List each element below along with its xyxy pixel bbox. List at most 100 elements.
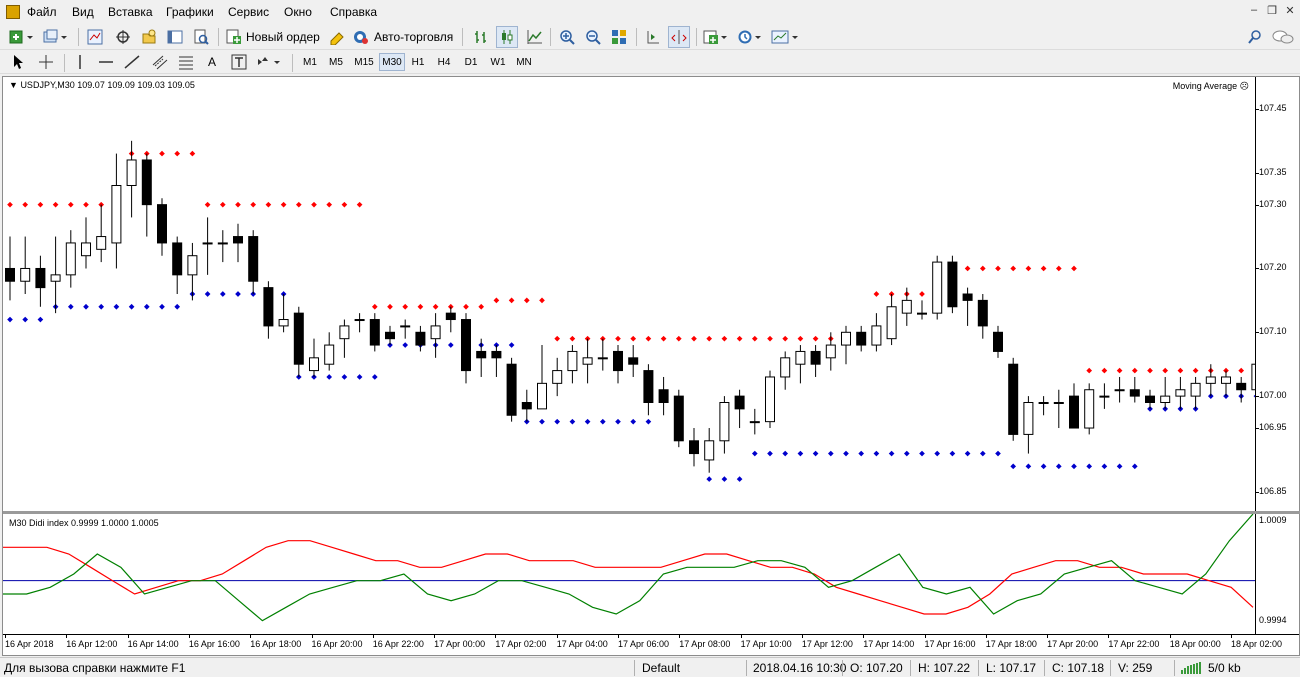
menu-file[interactable]: Файл [27, 5, 57, 19]
time-tick-label: 17 Apr 18:00 [985, 639, 1037, 649]
support-dot [1116, 463, 1123, 470]
strategy-tester-icon[interactable] [192, 28, 210, 46]
support-dot [1025, 463, 1032, 470]
candle [50, 236, 61, 314]
price-tick-label: 107.00 [1259, 390, 1287, 401]
chart-shift-icon[interactable] [644, 28, 662, 46]
templates-icon[interactable] [770, 28, 800, 46]
candle [157, 198, 167, 256]
zoom-in-icon[interactable] [558, 28, 576, 46]
resistance-dot [326, 201, 333, 208]
time-tick-label: 17 Apr 16:00 [924, 639, 976, 649]
search-icon[interactable] [1246, 28, 1264, 46]
chat-icon[interactable] [1272, 28, 1294, 46]
trendline-icon[interactable] [122, 54, 142, 70]
menu-view[interactable]: Вид [72, 5, 94, 19]
support-dot [630, 418, 637, 425]
timeframe-m5[interactable]: M5 [324, 53, 348, 71]
status-help: Для вызова справки нажмите F1 [4, 661, 186, 675]
resistance-dot [797, 335, 804, 342]
resistance-dot [508, 297, 515, 304]
chart-menu-arrow-icon[interactable]: ▼ [9, 80, 18, 90]
time-tick-mark [311, 635, 313, 638]
menu-insert[interactable]: Вставка [108, 5, 153, 19]
candle [993, 325, 1003, 358]
minimize-icon[interactable]: – [1246, 4, 1262, 18]
equidistant-channel-icon[interactable] [150, 54, 170, 70]
autoscroll-icon[interactable] [668, 26, 690, 48]
timeframe-mn[interactable]: MN [512, 53, 536, 71]
menu-window[interactable]: Окно [284, 5, 312, 19]
timeframe-w1[interactable]: W1 [486, 53, 510, 71]
candle [415, 325, 426, 352]
indicators-icon[interactable] [702, 28, 730, 46]
candle [597, 338, 608, 371]
text-label-icon[interactable] [230, 54, 248, 70]
resistance-dot [52, 201, 59, 208]
price-tick-mark [1256, 204, 1259, 206]
resistance-dot [478, 303, 485, 310]
price-tick-mark [1256, 396, 1259, 398]
terminal-icon[interactable] [166, 28, 184, 46]
new-chart-icon[interactable] [8, 28, 36, 46]
zoom-out-icon[interactable] [584, 28, 602, 46]
time-tick-mark [5, 635, 6, 638]
periods-icon[interactable] [736, 28, 764, 46]
chart-window[interactable]: ▼ USDJPY,M30 109.07 109.09 109.03 109.05… [2, 76, 1300, 656]
time-tick-mark [863, 635, 865, 638]
time-tick-mark [250, 635, 252, 638]
auto-trading-button[interactable]: Авто-торговля [352, 27, 456, 47]
timeframe-h4[interactable]: H4 [432, 53, 456, 71]
timeframe-m30[interactable]: M30 [379, 53, 405, 71]
profiles-icon[interactable] [42, 28, 70, 46]
candlestick-chart-icon[interactable] [496, 26, 518, 48]
horizontal-line-icon[interactable] [96, 54, 116, 70]
price-scale[interactable]: 107.45 107.35 107.30 107.20 107.10 107.00 106.… [1255, 77, 1299, 511]
terminal-window: Файл Вид Вставка Графики Сервис Окно Спр… [0, 0, 1300, 677]
cursor-icon[interactable] [10, 54, 26, 70]
support-dot [159, 303, 165, 310]
connection-bars-icon [1181, 662, 1205, 677]
menu-help[interactable]: Справка [330, 5, 377, 19]
new-order-icon [226, 29, 241, 44]
data-window-icon[interactable] [114, 28, 132, 46]
timeframe-m15[interactable]: M15 [351, 53, 377, 71]
support-dot [767, 450, 773, 457]
timeframe-d1[interactable]: D1 [459, 53, 483, 71]
restore-icon[interactable]: ❐ [1264, 4, 1280, 18]
menu-tools[interactable]: Сервис [228, 5, 269, 19]
line-chart-icon[interactable] [526, 28, 544, 46]
candle [1099, 383, 1110, 409]
time-scale[interactable]: 16 Apr 2018 16 Apr 12:00 16 Apr 14:00 16 Ap… [3, 634, 1299, 655]
timeframe-h1[interactable]: H1 [406, 53, 430, 71]
market-watch-icon[interactable] [86, 28, 104, 46]
support-dot [812, 450, 819, 457]
candle [1038, 396, 1049, 416]
time-tick-mark [985, 635, 987, 638]
fibonacci-icon[interactable] [176, 54, 196, 70]
candle [400, 319, 411, 339]
didi-index-chart[interactable] [3, 514, 1255, 634]
resistance-dot [1147, 367, 1153, 374]
text-tool-icon[interactable]: A [204, 54, 220, 70]
time-tick-label: 17 Apr 00:00 [434, 639, 486, 649]
price-tick-label: 107.30 [1259, 198, 1287, 209]
indicator-scale[interactable]: 1.0009 0.9994 [1255, 514, 1299, 634]
new-order-button[interactable]: Новый ордер [226, 27, 320, 47]
timeframe-m1[interactable]: M1 [298, 53, 322, 71]
arrows-icon[interactable] [256, 54, 284, 70]
navigator-icon[interactable] [140, 28, 158, 46]
close-icon[interactable]: ✕ [1282, 4, 1298, 18]
metaeditor-icon[interactable] [328, 28, 346, 46]
app-icon[interactable] [6, 5, 20, 19]
tile-windows-icon[interactable] [610, 28, 628, 46]
menu-charts[interactable]: Графики [166, 5, 214, 19]
resistance-dot [235, 201, 241, 208]
time-tick-mark [372, 635, 374, 638]
bar-chart-icon[interactable] [472, 28, 490, 46]
support-dot [447, 342, 454, 348]
candle [780, 351, 791, 390]
crosshair-icon[interactable] [36, 54, 56, 70]
vertical-line-icon[interactable] [72, 54, 88, 70]
price-chart[interactable] [3, 77, 1255, 511]
